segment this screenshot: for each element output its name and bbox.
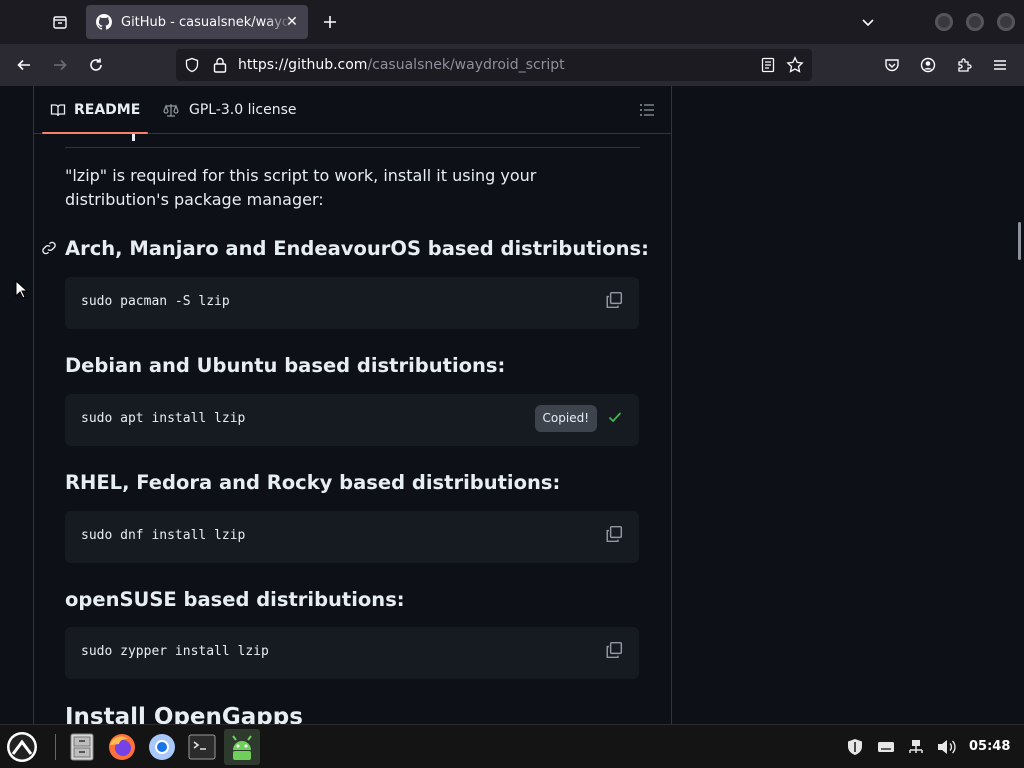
copy-icon[interactable]: [605, 525, 623, 543]
new-tab-button[interactable]: [316, 8, 344, 36]
terminal-icon: [188, 734, 216, 760]
bookmark-star-icon[interactable]: [786, 56, 804, 74]
account-button[interactable]: [914, 51, 942, 79]
reload-button[interactable]: [82, 51, 110, 79]
tab-license-label: GPL-3.0 license: [189, 102, 297, 118]
intro-paragraph: "lzip" is required for this script to wo…: [65, 166, 537, 209]
code-block-opensuse: sudo zypper install lzip: [65, 627, 639, 679]
command-text[interactable]: sudo dnf install lzip: [81, 528, 245, 543]
command-text[interactable]: sudo apt install lzip: [81, 411, 245, 426]
tab-readme[interactable]: README: [42, 86, 149, 134]
firefox-view-button[interactable]: [46, 8, 74, 36]
arrow-left-icon: [17, 59, 30, 71]
check-icon[interactable]: [607, 409, 623, 425]
list-all-tabs-button[interactable]: [856, 10, 880, 34]
mountain-logo-icon: [7, 732, 37, 762]
window-minimize-button[interactable]: [935, 13, 953, 31]
taskbar-separator: [55, 734, 56, 760]
scale-icon: [163, 104, 179, 117]
keyboard-icon: [878, 742, 894, 752]
firefox-icon: [109, 734, 135, 760]
readme-header: README GPL-3.0 license: [34, 86, 671, 134]
file-cabinet-icon: [70, 733, 94, 761]
app-menu-button[interactable]: [986, 51, 1014, 79]
system-clock[interactable]: 05:48: [969, 739, 1010, 754]
taskbar-chromium[interactable]: [144, 729, 180, 765]
chromium-icon: [149, 734, 175, 760]
shield-icon: [848, 739, 862, 755]
account-icon: [920, 57, 936, 73]
copied-tooltip: Copied!: [534, 405, 597, 432]
heading-install-opengapps: Install OpenGapps: [65, 704, 303, 724]
security-tray-icon[interactable]: [845, 737, 865, 757]
mouse-pointer-icon: [15, 280, 27, 299]
tab-license[interactable]: GPL-3.0 license: [155, 86, 304, 134]
reload-icon: [90, 58, 102, 71]
system-taskbar: 05:48: [0, 724, 1024, 768]
tab-readme-label: README: [74, 102, 141, 118]
network-wired-icon: [909, 740, 923, 753]
tab-close-icon[interactable]: ✕: [284, 14, 300, 30]
tab-title: GitHub - casualsnek/waydroid_script: [121, 14, 291, 30]
reader-view-icon[interactable]: [760, 57, 776, 73]
readme-panel: README GPL-3.0 license "lzip" is require…: [33, 86, 672, 724]
command-text[interactable]: sudo zypper install lzip: [81, 644, 269, 659]
hamburger-menu-icon: [994, 60, 1006, 70]
app-launcher-button[interactable]: [4, 729, 40, 765]
speaker-volume-icon: [938, 740, 956, 754]
extensions-button[interactable]: [950, 51, 978, 79]
firefox-view-icon: [53, 16, 67, 29]
browser-tab-active[interactable]: GitHub - casualsnek/waydroid_script ✕: [86, 5, 308, 39]
waydroid-icon: [232, 735, 252, 760]
heading-arch: Arch, Manjaro and EndeavourOS based dist…: [65, 237, 649, 260]
browser-tab-bar: GitHub - casualsnek/waydroid_script ✕: [0, 0, 1024, 44]
heading-divider: [65, 147, 640, 148]
pocket-button[interactable]: [878, 51, 906, 79]
arrow-right-icon: [54, 59, 67, 71]
page-scrollbar-thumb[interactable]: [1018, 222, 1021, 260]
back-button[interactable]: [10, 51, 38, 79]
volume-tray-icon[interactable]: [936, 737, 956, 757]
code-block-arch: sudo pacman -S lzip: [65, 277, 639, 329]
web-page: README GPL-3.0 license "lzip" is require…: [0, 86, 1024, 724]
github-favicon-icon: [96, 14, 112, 30]
code-block-debian: sudo apt install lzip Copied!: [65, 394, 639, 446]
window-close-button[interactable]: [997, 13, 1015, 31]
copy-icon[interactable]: [605, 291, 623, 309]
taskbar-file-manager[interactable]: [64, 729, 100, 765]
taskbar-waydroid[interactable]: [224, 729, 260, 765]
copy-icon[interactable]: [605, 641, 623, 659]
taskbar-firefox[interactable]: [104, 729, 140, 765]
network-tray-icon[interactable]: [906, 737, 926, 757]
clipped-heading-fragment: [132, 134, 135, 141]
outline-button[interactable]: [639, 102, 655, 122]
url-text[interactable]: https://github.com/casualsnek/waydroid_s…: [238, 57, 565, 73]
command-text[interactable]: sudo pacman -S lzip: [81, 294, 230, 309]
puzzle-icon: [958, 58, 972, 72]
heading-opensuse: openSUSE based distributions:: [65, 588, 405, 611]
forward-button[interactable]: [46, 51, 74, 79]
address-bar[interactable]: https://github.com/casualsnek/waydroid_s…: [176, 49, 812, 81]
plus-icon: [324, 16, 336, 28]
link-anchor-icon[interactable]: [41, 240, 57, 256]
lock-icon[interactable]: [212, 56, 228, 74]
taskbar-terminal[interactable]: [184, 729, 220, 765]
heading-rhel: RHEL, Fedora and Rocky based distributio…: [65, 471, 561, 494]
tracking-shield-icon[interactable]: [184, 57, 200, 73]
list-unordered-icon: [640, 104, 654, 116]
window-maximize-button[interactable]: [966, 13, 984, 31]
pocket-icon: [885, 59, 899, 72]
browser-navigation-bar: https://github.com/casualsnek/waydroid_s…: [0, 44, 1024, 86]
code-block-rhel: sudo dnf install lzip: [65, 511, 639, 563]
chevron-down-icon: [862, 19, 874, 27]
keyboard-tray-icon[interactable]: [876, 737, 896, 757]
book-icon: [50, 104, 66, 117]
heading-debian: Debian and Ubuntu based distributions:: [65, 354, 506, 377]
